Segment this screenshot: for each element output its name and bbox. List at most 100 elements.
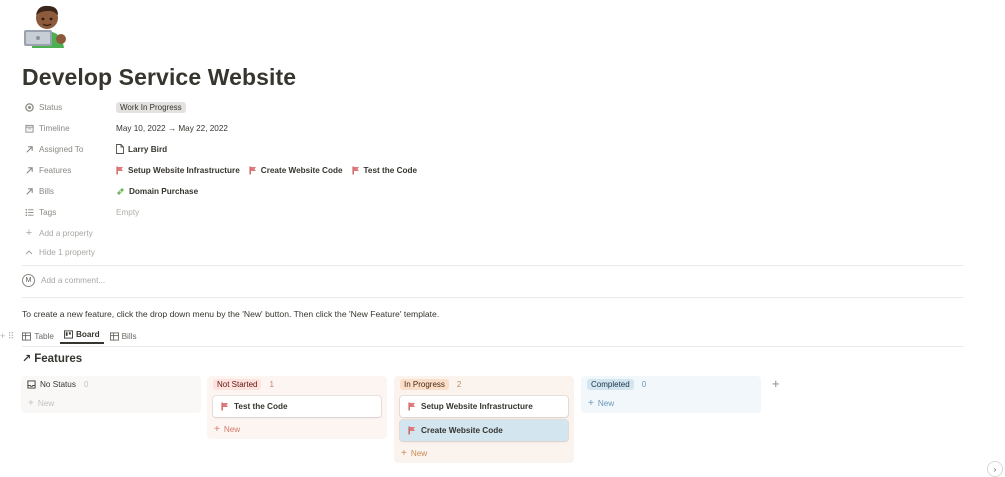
- drag-handle-icon[interactable]: + ⠿: [0, 331, 14, 342]
- property-key[interactable]: Assigned To: [24, 144, 116, 154]
- board-column-in-progress: In Progress 2 Setup Website Infrastructu…: [394, 376, 574, 463]
- hide-property-label: Hide 1 property: [39, 247, 95, 257]
- board-column-not-started: Not Started 1 Test the Code + New: [207, 376, 387, 439]
- tab-label: Bills: [121, 331, 137, 341]
- features-label: Features: [39, 165, 72, 175]
- board-column-no-status: No Status 0 + New: [21, 376, 201, 413]
- feature-link-label: Test the Code: [363, 165, 418, 175]
- feature-link-label: Setup Website Infrastructure: [128, 165, 240, 175]
- feature-link[interactable]: Setup Website Infrastructure: [116, 166, 240, 175]
- card-title: Test the Code: [234, 402, 288, 411]
- bill-link[interactable]: Domain Purchase: [116, 187, 198, 196]
- page-title[interactable]: Develop Service Website: [22, 64, 296, 91]
- status-icon: [24, 102, 34, 112]
- add-group-button[interactable]: +: [772, 376, 780, 391]
- tab-board[interactable]: Board: [59, 328, 104, 344]
- comment-input[interactable]: M Add a comment...: [22, 274, 105, 287]
- database-title-text: Features: [34, 352, 83, 365]
- property-key[interactable]: Tags: [24, 207, 116, 217]
- table-icon: [22, 331, 32, 341]
- new-label: New: [223, 424, 241, 434]
- plus-icon: +: [28, 397, 34, 409]
- page-icon: [116, 144, 124, 154]
- tab-bills[interactable]: Bills: [106, 330, 141, 343]
- plus-icon: +: [401, 447, 407, 459]
- column-header[interactable]: Completed 0: [581, 376, 761, 393]
- board-card[interactable]: Create Website Code: [400, 420, 568, 441]
- board-column-completed: Completed 0 + New: [581, 376, 761, 413]
- column-header[interactable]: No Status 0: [21, 376, 201, 393]
- board-card[interactable]: Test the Code: [213, 396, 381, 417]
- tags-value[interactable]: Empty: [116, 208, 139, 217]
- plus-icon: +: [214, 423, 220, 435]
- timeline-value[interactable]: May 10, 2022 → May 22, 2022: [116, 124, 228, 133]
- link-arrow-icon: ↗: [22, 353, 32, 365]
- tab-label: Board: [75, 330, 100, 339]
- column-header[interactable]: Not Started 1: [207, 376, 387, 393]
- feature-link[interactable]: Create Website Code: [249, 166, 343, 175]
- plus-icon: +: [588, 397, 594, 409]
- chevron-icon: ›: [993, 464, 997, 474]
- new-label: New: [597, 398, 615, 408]
- plus-icon: +: [25, 227, 33, 239]
- property-key[interactable]: Features: [24, 165, 116, 175]
- status-label: Status: [39, 102, 63, 112]
- column-name: No Status: [40, 380, 76, 389]
- bill-link-label: Domain Purchase: [129, 186, 199, 196]
- divider: [22, 346, 964, 347]
- property-tags[interactable]: Tags Empty: [24, 202, 139, 222]
- relation-arrow-icon: [24, 165, 34, 175]
- new-card-button[interactable]: + New: [394, 443, 574, 463]
- feature-flag-icon: [408, 402, 416, 411]
- money-icon: [116, 187, 125, 196]
- column-count: 0: [83, 380, 89, 389]
- property-key[interactable]: Timeline: [24, 123, 116, 133]
- property-timeline[interactable]: Timeline May 10, 2022 → May 22, 2022: [24, 118, 228, 138]
- tab-table[interactable]: Table: [18, 330, 58, 343]
- column-tag: Not Started: [213, 379, 262, 390]
- column-tag: Completed: [587, 379, 634, 390]
- card-title: Create Website Code: [421, 426, 503, 435]
- assigned-to-label: Assigned To: [39, 144, 84, 154]
- new-card-button[interactable]: + New: [581, 393, 761, 413]
- column-count: 0: [641, 380, 647, 389]
- relation-arrow-icon: [24, 186, 34, 196]
- new-card-button[interactable]: + New: [207, 419, 387, 439]
- board-icon: [63, 330, 73, 339]
- divider: [22, 265, 964, 266]
- help-button[interactable]: ›: [987, 461, 1003, 477]
- board-card[interactable]: Setup Website Infrastructure: [400, 396, 568, 417]
- feature-flag-icon: [408, 426, 416, 435]
- property-key[interactable]: Status: [24, 102, 116, 112]
- tags-label: Tags: [39, 207, 57, 217]
- card-title: Setup Website Infrastructure: [421, 402, 533, 411]
- hide-property-button[interactable]: Hide 1 property: [24, 242, 95, 262]
- tab-label: Table: [34, 331, 54, 341]
- property-key[interactable]: Bills: [24, 186, 116, 196]
- feature-link-label: Create Website Code: [260, 165, 343, 175]
- assignee-link[interactable]: Larry Bird: [116, 144, 167, 154]
- property-bills[interactable]: Bills Domain Purchase: [24, 181, 207, 201]
- feature-flag-icon: [249, 166, 257, 175]
- property-assigned-to[interactable]: Assigned To Larry Bird: [24, 139, 176, 159]
- calendar-icon: [24, 123, 34, 133]
- property-features[interactable]: Features Setup Website Infrastructure Cr…: [24, 160, 426, 180]
- new-label: New: [37, 398, 55, 408]
- column-tag: In Progress: [400, 379, 449, 390]
- column-header[interactable]: In Progress 2: [394, 376, 574, 393]
- divider: [22, 297, 964, 298]
- new-card-button[interactable]: + New: [21, 393, 201, 413]
- database-title[interactable]: ↗ Features: [22, 352, 83, 366]
- comment-placeholder: Add a comment...: [41, 276, 106, 285]
- feature-flag-icon: [221, 402, 229, 411]
- new-label: New: [410, 448, 428, 458]
- table-icon: [109, 331, 119, 341]
- status-badge[interactable]: Work In Progress: [116, 101, 186, 113]
- property-status[interactable]: Status Work In Progress: [24, 97, 186, 117]
- person-with-laptop-icon[interactable]: [20, 2, 68, 48]
- feature-link[interactable]: Test the Code: [352, 165, 418, 175]
- assignee-name: Larry Bird: [128, 144, 168, 154]
- add-property-label: Add a property: [39, 228, 93, 238]
- add-property-button[interactable]: + Add a property: [24, 223, 93, 243]
- bills-label: Bills: [39, 186, 55, 196]
